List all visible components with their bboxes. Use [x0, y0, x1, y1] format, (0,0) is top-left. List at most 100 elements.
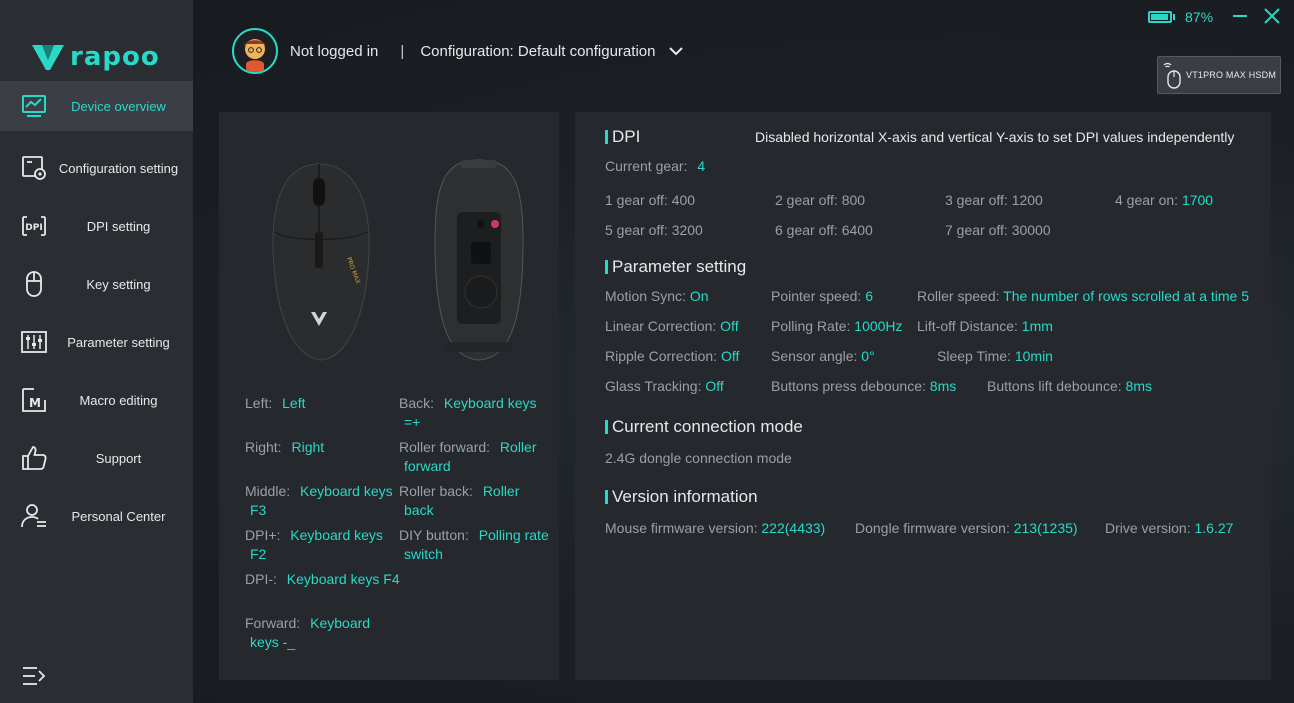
key-mapping-panel: PRO MAX Left: Left Back: Keyboard keys =…: [219, 112, 559, 680]
param-roller-speed[interactable]: Roller speed: The number of rows scrolle…: [917, 288, 1249, 304]
param-label: Sensor angle:: [771, 348, 858, 364]
key-label: DIY button:: [399, 527, 469, 543]
key-mapping-dpi-plus[interactable]: DPI+: Keyboard keys F2: [245, 526, 400, 564]
param-value: The number of rows scrolled at a time 5: [1003, 288, 1250, 304]
sidebar-item-key-setting[interactable]: Key setting: [0, 255, 193, 313]
battery-tip: [1173, 14, 1175, 20]
key-mapping-middle[interactable]: Middle: Keyboard keys F3: [245, 482, 400, 520]
param-glass-tracking[interactable]: Glass Tracking: Off: [605, 378, 724, 394]
key-label: Right:: [245, 439, 282, 455]
key-value-line2: =+: [404, 414, 421, 430]
header-separator: |: [400, 42, 405, 60]
avatar[interactable]: [232, 28, 278, 74]
key-mapping-dpi-minus[interactable]: DPI-: Keyboard keys F4: [245, 570, 400, 589]
gear-label: 4 gear on:: [1115, 192, 1179, 208]
dpi-gear-7[interactable]: 7 gear off: 30000: [945, 222, 1051, 238]
param-linear-correction[interactable]: Linear Correction: Off: [605, 318, 739, 334]
key-mapping-diy-button[interactable]: DIY button: Polling rate switch: [399, 526, 559, 564]
device-selector[interactable]: VT1PRO MAX HSDM: [1157, 56, 1281, 94]
sidebar-item-label: Macro editing: [79, 392, 158, 408]
key-value: Polling rate: [478, 527, 549, 543]
sidebar-item-dpi-setting[interactable]: DPI DPI setting: [0, 197, 193, 255]
key-mapping-roller-back[interactable]: Roller back: Roller back: [399, 482, 559, 520]
param-sensor-angle[interactable]: Sensor angle: 0°: [771, 348, 875, 364]
gear-value: 3200: [671, 222, 703, 238]
gear-value: 1200: [1011, 192, 1043, 208]
sidebar-item-label: Parameter setting: [67, 334, 170, 350]
close-icon[interactable]: [1262, 6, 1282, 26]
param-label: Linear Correction:: [605, 318, 717, 334]
key-value-line2: forward: [404, 458, 451, 474]
connection-section-title: Current connection mode: [605, 417, 803, 437]
gear-label: 6 gear off:: [775, 222, 838, 238]
key-label: Roller forward:: [399, 439, 491, 455]
sidebar-item-device-overview[interactable]: Device overview: [0, 81, 193, 131]
sidebar-item-label: Configuration setting: [58, 160, 179, 176]
gear-value: 30000: [1011, 222, 1051, 238]
mouse-product-image: PRO MAX: [272, 159, 524, 361]
sidebar-item-configuration-setting[interactable]: Configuration setting: [0, 139, 193, 197]
key-label: Middle:: [245, 483, 291, 499]
param-value: 8ms: [1125, 378, 1152, 394]
dpi-gear-2[interactable]: 2 gear off: 800: [775, 192, 865, 208]
gear-label: 5 gear off:: [605, 222, 668, 238]
param-value: 8ms: [929, 378, 957, 394]
key-mapping-back[interactable]: Back: Keyboard keys =+: [399, 394, 559, 432]
dpi-current-gear: Current gear: 4: [605, 158, 705, 174]
key-mapping-roller-forward[interactable]: Roller forward: Roller forward: [399, 438, 559, 476]
param-label: Lift-off Distance:: [917, 318, 1018, 334]
key-value-line2: back: [404, 502, 434, 518]
key-value-line2: F3: [250, 502, 267, 518]
key-mapping-left[interactable]: Left: Left: [245, 394, 306, 413]
section-title-text: Current connection mode: [612, 417, 803, 436]
param-label: Ripple Correction:: [605, 348, 718, 364]
battery-icon: [1148, 11, 1172, 23]
param-lift-off-distance[interactable]: Lift-off Distance: 1mm: [917, 318, 1053, 334]
key-value: Keyboard keys F4: [286, 571, 400, 587]
gear-label: 7 gear off:: [945, 222, 1008, 238]
login-status[interactable]: Not logged in: [290, 43, 378, 60]
mouse-firmware-version: Mouse firmware version: 222(4433): [605, 520, 825, 536]
key-value: Left: [282, 395, 306, 411]
sidebar-item-macro-editing[interactable]: M Macro editing: [0, 371, 193, 429]
section-marker: [605, 260, 608, 274]
param-ripple-correction[interactable]: Ripple Correction: Off: [605, 348, 739, 364]
param-label: Glass Tracking:: [605, 378, 702, 394]
gear-label: 2 gear off:: [775, 192, 838, 208]
key-label: DPI-:: [245, 571, 277, 587]
key-mapping-forward[interactable]: Forward: Keyboard keys -_: [245, 614, 400, 652]
chevron-down-icon[interactable]: [669, 46, 684, 56]
param-value: Off: [720, 318, 739, 334]
param-buttons-lift-debounce[interactable]: Buttons lift debounce: 8ms: [987, 378, 1152, 394]
dpi-gear-4[interactable]: 4 gear on: 1700: [1115, 192, 1213, 208]
dpi-gear-6[interactable]: 6 gear off: 6400: [775, 222, 873, 238]
sidebar-item-support[interactable]: Support: [0, 429, 193, 487]
section-marker: [605, 130, 608, 144]
param-sleep-time[interactable]: Sleep Time: 10min: [937, 348, 1053, 364]
connection-mode: 2.4G dongle connection mode: [605, 450, 792, 466]
param-pointer-speed[interactable]: Pointer speed: 6: [771, 288, 873, 304]
dpi-gear-1[interactable]: 1 gear off: 400: [605, 192, 695, 208]
param-value: 1000Hz: [854, 318, 903, 334]
gear-value: 400: [671, 192, 696, 208]
gear-value: 800: [841, 192, 866, 208]
param-value: On: [689, 288, 709, 304]
dpi-note: Disabled horizontal X-axis and vertical …: [755, 129, 1235, 145]
app-window: rapoo Device overview Configuration sett…: [0, 0, 1294, 703]
key-mapping-right[interactable]: Right: Right: [245, 438, 324, 457]
param-motion-sync[interactable]: Motion Sync: On: [605, 288, 709, 304]
dpi-gear-5[interactable]: 5 gear off: 3200: [605, 222, 703, 238]
configuration-selector[interactable]: Configuration: Default configuration: [420, 43, 655, 60]
key-label: Back:: [399, 395, 435, 411]
param-polling-rate[interactable]: Polling Rate: 1000Hz: [771, 318, 903, 334]
logo-mark-icon: [32, 45, 64, 70]
sidebar-item-personal-center[interactable]: Personal Center: [0, 487, 193, 545]
expand-menu-icon[interactable]: [22, 665, 48, 687]
param-label: Buttons press debounce:: [771, 378, 926, 394]
dongle-firmware-version: Dongle firmware version: 213(1235): [855, 520, 1078, 536]
dpi-gear-3[interactable]: 3 gear off: 1200: [945, 192, 1043, 208]
sidebar-item-parameter-setting[interactable]: Parameter setting: [0, 313, 193, 371]
key-value: Roller: [499, 439, 537, 455]
param-buttons-press-debounce[interactable]: Buttons press debounce: 8ms: [771, 378, 956, 394]
minimize-icon[interactable]: [1231, 7, 1249, 25]
